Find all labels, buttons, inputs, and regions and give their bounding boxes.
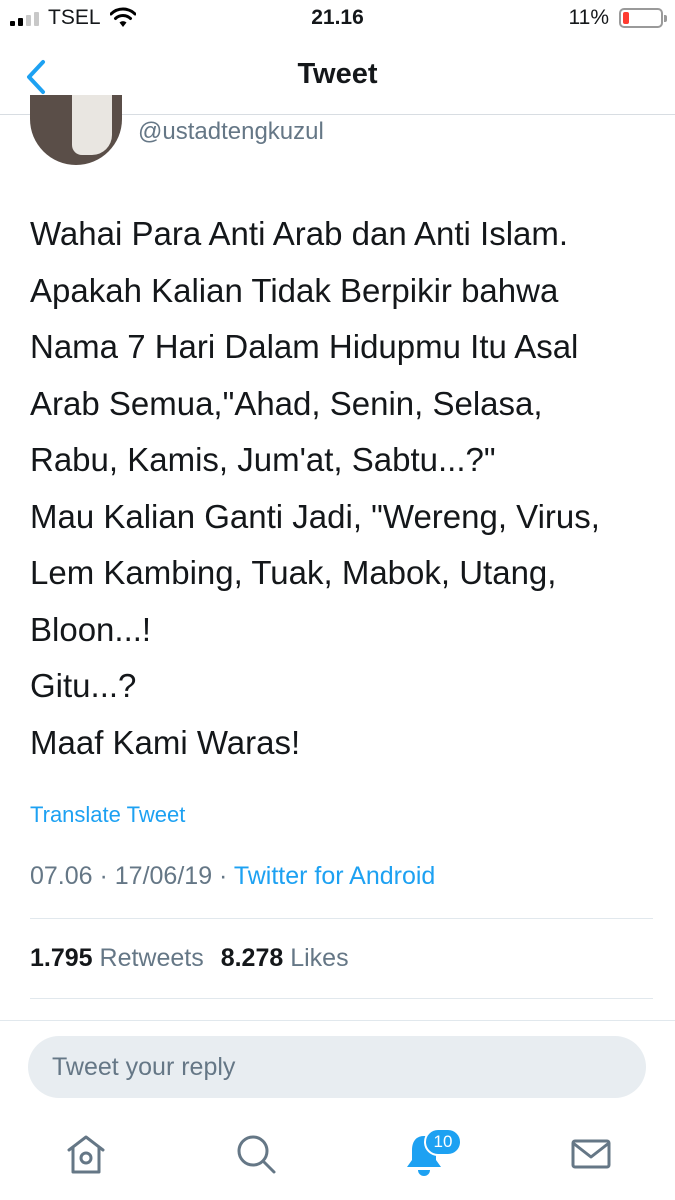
divider <box>0 1020 675 1021</box>
reply-input[interactable]: Tweet your reply <box>28 1036 646 1098</box>
home-icon[interactable] <box>62 1130 110 1178</box>
tweet-source-link[interactable]: Twitter for Android <box>234 862 435 890</box>
retweets-count: 1.795 <box>30 944 93 972</box>
avatar[interactable] <box>30 95 122 165</box>
battery-fill <box>623 12 629 24</box>
retweets-stat[interactable]: 1.795 Retweets <box>30 944 204 972</box>
divider <box>30 918 653 919</box>
search-icon[interactable] <box>232 1130 280 1178</box>
user-handle[interactable]: @ustadtengkuzul <box>138 118 324 146</box>
retweets-label: Retweets <box>99 944 204 972</box>
divider <box>30 998 653 999</box>
page-title: Tweet <box>297 58 378 90</box>
battery-icon <box>619 8 667 28</box>
tweet-stats: 1.795 Retweets 8.278 Likes <box>30 944 359 973</box>
likes-label: Likes <box>290 944 349 972</box>
battery-percentage: 11% <box>568 6 609 29</box>
notification-badge: 10 <box>424 1128 462 1156</box>
translate-tweet-link[interactable]: Translate Tweet <box>30 802 185 828</box>
likes-stat[interactable]: 8.278 Likes <box>221 944 349 972</box>
status-bar: TSEL 21.16 11% <box>0 0 675 40</box>
tweet-metadata: 07.06 · 17/06/19 · Twitter for Android <box>30 862 435 891</box>
likes-count: 8.278 <box>220 944 284 972</box>
messages-icon[interactable] <box>567 1130 615 1178</box>
tweet-text: Wahai Para Anti Arab dan Anti Islam. Apa… <box>30 215 600 761</box>
reply-placeholder: Tweet your reply <box>52 1053 236 1081</box>
tweet-timestamp: 07.06 · 17/06/19 · <box>30 862 234 890</box>
